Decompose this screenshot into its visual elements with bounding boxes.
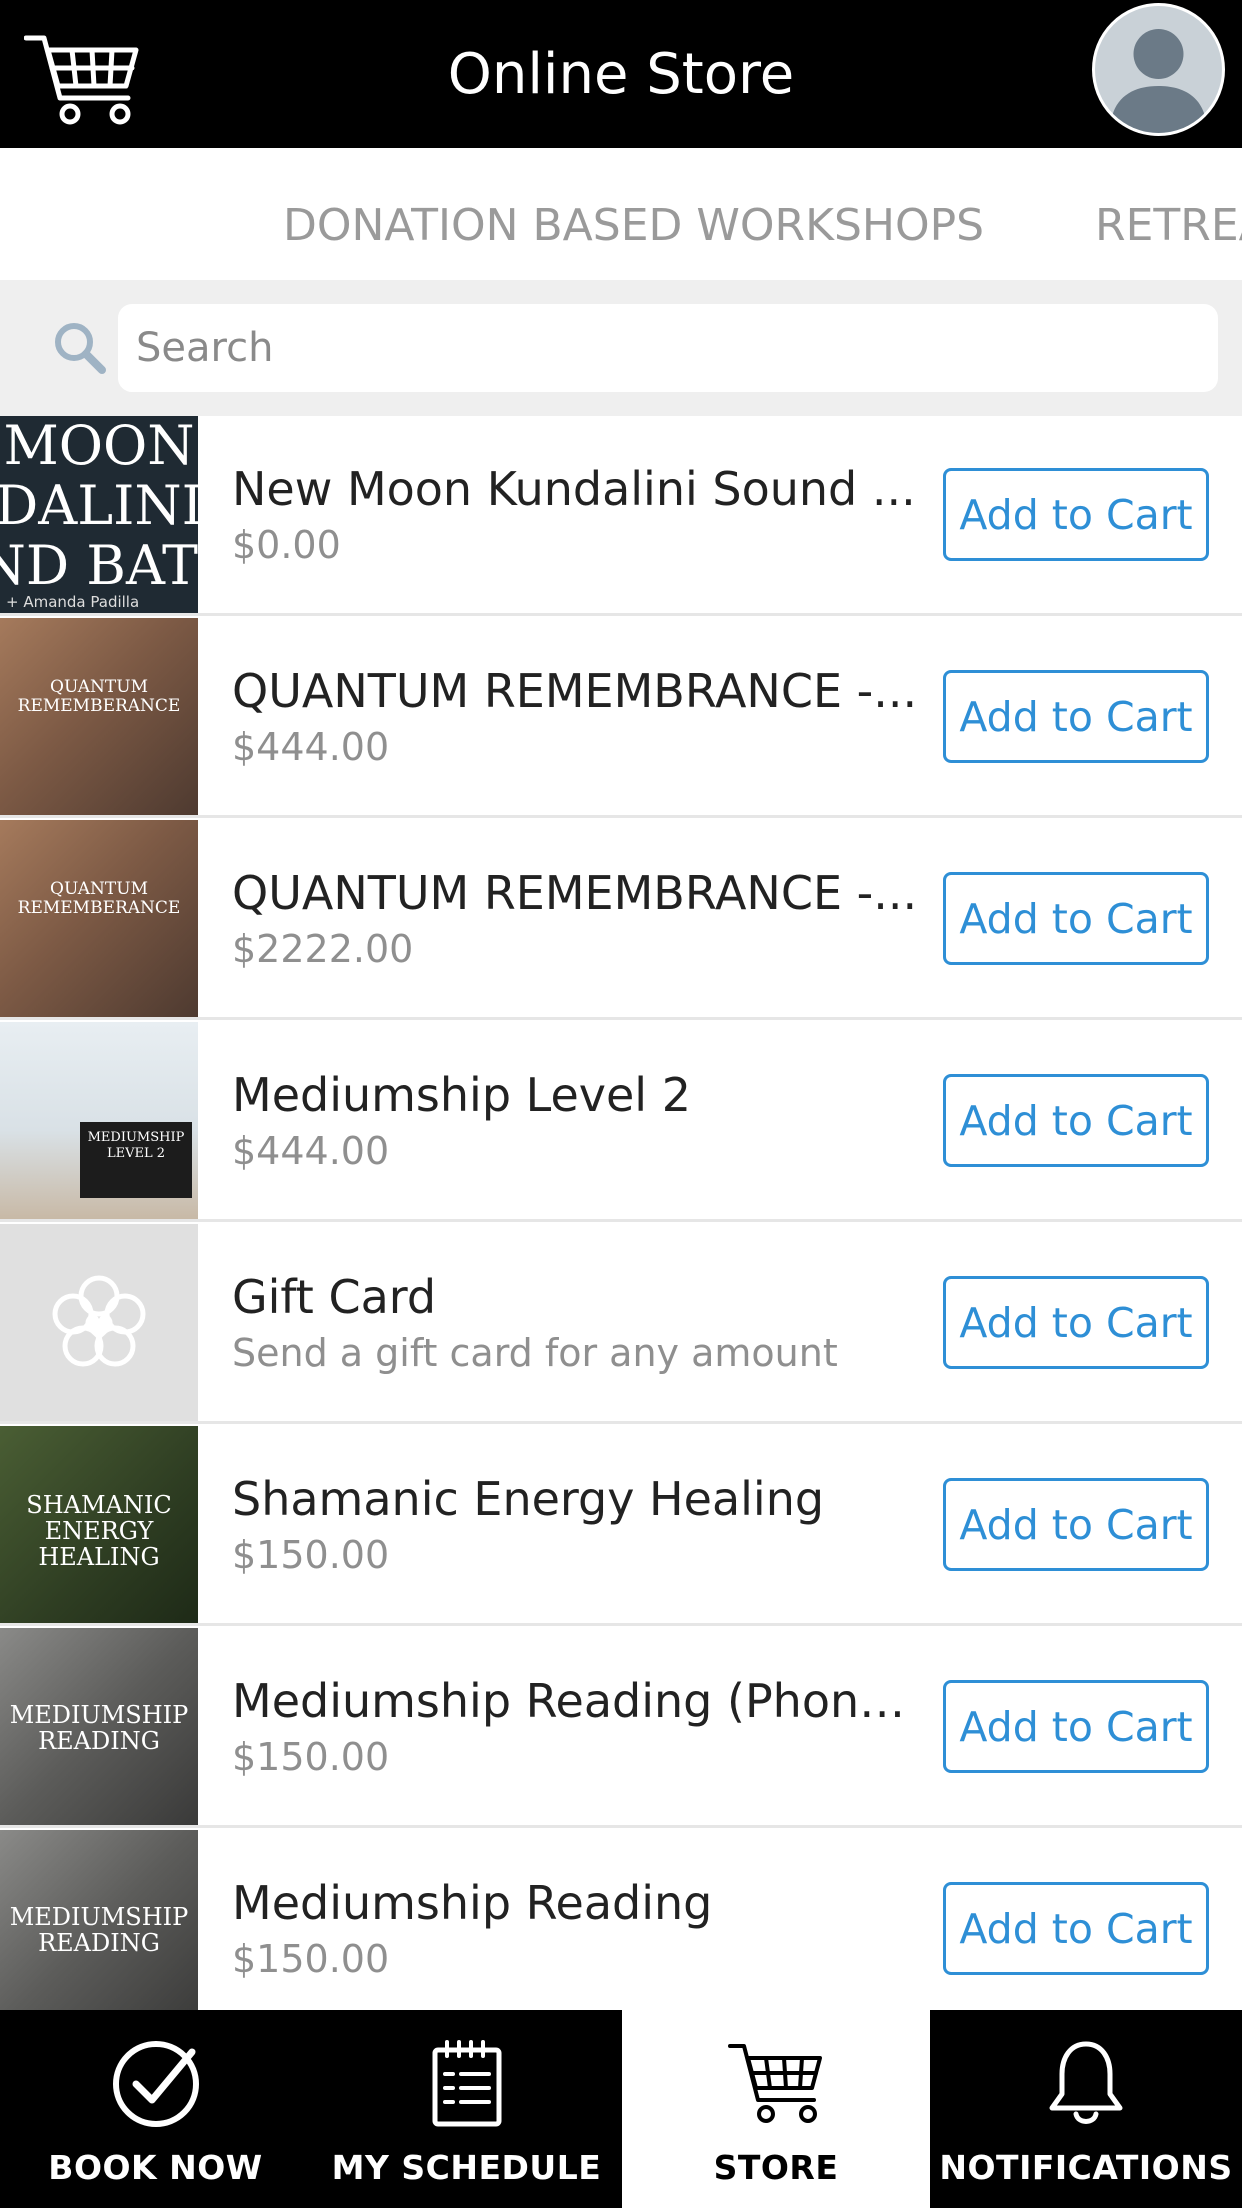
product-row[interactable]: Gift Card Send a gift card for any amoun… [0, 1224, 1242, 1424]
product-thumbnail: MEDIUMSHIP LEVEL 2 [0, 1022, 198, 1219]
thumb-text: HEALING [38, 1543, 160, 1571]
product-list: MOON DALINI ND BATI + Amanda Padilla New… [0, 416, 1242, 2010]
tab-notifications[interactable]: NOTIFICATIONS [930, 2010, 1242, 2208]
product-thumbnail: MEDIUMSHIP READING [0, 1628, 198, 1825]
add-to-cart-button[interactable]: Add to Cart [943, 872, 1209, 965]
checkmark-circle-icon [112, 2041, 199, 2127]
add-to-cart-button[interactable]: Add to Cart [943, 670, 1209, 763]
user-avatar-icon[interactable] [1092, 3, 1225, 136]
tab-store[interactable]: STORE [622, 2010, 930, 2208]
thumb-text: READING [38, 1727, 160, 1755]
add-to-cart-button[interactable]: Add to Cart [943, 1882, 1209, 1975]
bell-icon [1049, 2041, 1123, 2124]
product-description: Send a gift card for any amount [232, 1331, 838, 1375]
product-row[interactable]: QUANTUM REMEMBERANCE QUANTUM REMEMBRANCE… [0, 820, 1242, 1020]
bottom-tab-bar: BOOK NOW MY SCHEDULE STORE NOTIFICATIONS [0, 2010, 1242, 2208]
thumb-text: SHAMANIC [26, 1491, 172, 1519]
shopping-cart-icon [728, 2044, 822, 2123]
calendar-icon [432, 2040, 501, 2127]
product-name: Mediumship Level 2 [232, 1068, 691, 1122]
product-price: $444.00 [232, 1129, 390, 1173]
product-thumbnail [0, 1224, 198, 1421]
heart-flower-icon [52, 1275, 146, 1367]
product-thumbnail: MOON DALINI ND BATI + Amanda Padilla [0, 416, 198, 613]
search-input[interactable] [118, 304, 1218, 392]
add-to-cart-button[interactable]: Add to Cart [943, 1276, 1209, 1369]
tab-label: STORE [713, 2148, 839, 2187]
page-title: Online Store [447, 42, 795, 107]
product-name: QUANTUM REMEMBRANCE -... [232, 664, 918, 718]
product-price: $150.00 [232, 1937, 390, 1981]
product-row[interactable]: MEDIUMSHIP READING Mediumship Reading $1… [0, 1830, 1242, 2010]
thumb-text: REMEMBERANCE [17, 898, 181, 918]
add-to-cart-button[interactable]: Add to Cart [943, 1680, 1209, 1773]
product-thumbnail: SHAMANIC ENERGY HEALING [0, 1426, 198, 1623]
app-header: Online Store [0, 0, 1242, 148]
product-thumbnail: MEDIUMSHIP READING [0, 1830, 198, 2010]
product-row[interactable]: MOON DALINI ND BATI + Amanda Padilla New… [0, 416, 1242, 616]
thumb-text: QUANTUM [50, 677, 148, 697]
search-bar [0, 280, 1242, 416]
product-row[interactable]: MEDIUMSHIP READING Mediumship Reading (P… [0, 1628, 1242, 1828]
product-name: Mediumship Reading (Phone... [232, 1674, 922, 1728]
product-thumbnail: QUANTUM REMEMBERANCE [0, 618, 198, 815]
tab-my-schedule[interactable]: MY SCHEDULE [311, 2010, 622, 2208]
thumb-panel: MEDIUMSHIP LEVEL 2 [80, 1122, 192, 1198]
product-name: Mediumship Reading [232, 1876, 713, 1930]
thumb-text: ND BATI [0, 534, 198, 597]
tab-label: NOTIFICATIONS [939, 2148, 1233, 2187]
thumb-text: REMEMBERANCE [17, 696, 181, 716]
product-name: Shamanic Energy Healing [232, 1472, 825, 1526]
product-name: QUANTUM REMEMBRANCE -... [232, 866, 918, 920]
product-row[interactable]: MEDIUMSHIP LEVEL 2 Mediumship Level 2 $4… [0, 1022, 1242, 1222]
product-name: New Moon Kundalini Sound ... [232, 462, 916, 516]
tab-label: BOOK NOW [48, 2148, 263, 2187]
tab-label: MY SCHEDULE [331, 2148, 602, 2187]
thumb-text: QUANTUM [50, 879, 148, 899]
product-row[interactable]: SHAMANIC ENERGY HEALING Shamanic Energy … [0, 1426, 1242, 1626]
thumb-text: DALINI [0, 474, 198, 537]
category-tabs: DONATION BASED WORKSHOPS RETREA [0, 148, 1242, 280]
tab-book-now[interactable]: BOOK NOW [0, 2010, 311, 2208]
product-thumbnail: QUANTUM REMEMBERANCE [0, 820, 198, 1017]
search-icon[interactable] [52, 320, 108, 376]
thumb-text: MEDIUMSHIP [87, 1130, 185, 1145]
tab-retreats[interactable]: RETREA [1095, 198, 1242, 254]
product-price: $2222.00 [232, 927, 414, 971]
thumb-text: MEDIUMSHIP [9, 1701, 189, 1729]
thumb-text: MEDIUMSHIP [9, 1903, 189, 1931]
thumb-text: READING [38, 1929, 160, 1957]
tab-donation-based-workshops[interactable]: DONATION BASED WORKSHOPS [283, 198, 984, 254]
thumb-text: LEVEL 2 [106, 1146, 166, 1161]
product-price: $444.00 [232, 725, 390, 769]
add-to-cart-button[interactable]: Add to Cart [943, 468, 1209, 561]
thumb-text: ENERGY [44, 1517, 154, 1545]
product-price: $150.00 [232, 1735, 390, 1779]
thumb-caption: + Amanda Padilla [6, 593, 140, 611]
product-name: Gift Card [232, 1270, 437, 1324]
product-price: $0.00 [232, 523, 341, 567]
product-row[interactable]: QUANTUM REMEMBERANCE QUANTUM REMEMBRANCE… [0, 618, 1242, 818]
add-to-cart-button[interactable]: Add to Cart [943, 1478, 1209, 1571]
thumb-text: MOON [3, 416, 195, 477]
add-to-cart-button[interactable]: Add to Cart [943, 1074, 1209, 1167]
product-price: $150.00 [232, 1533, 390, 1577]
